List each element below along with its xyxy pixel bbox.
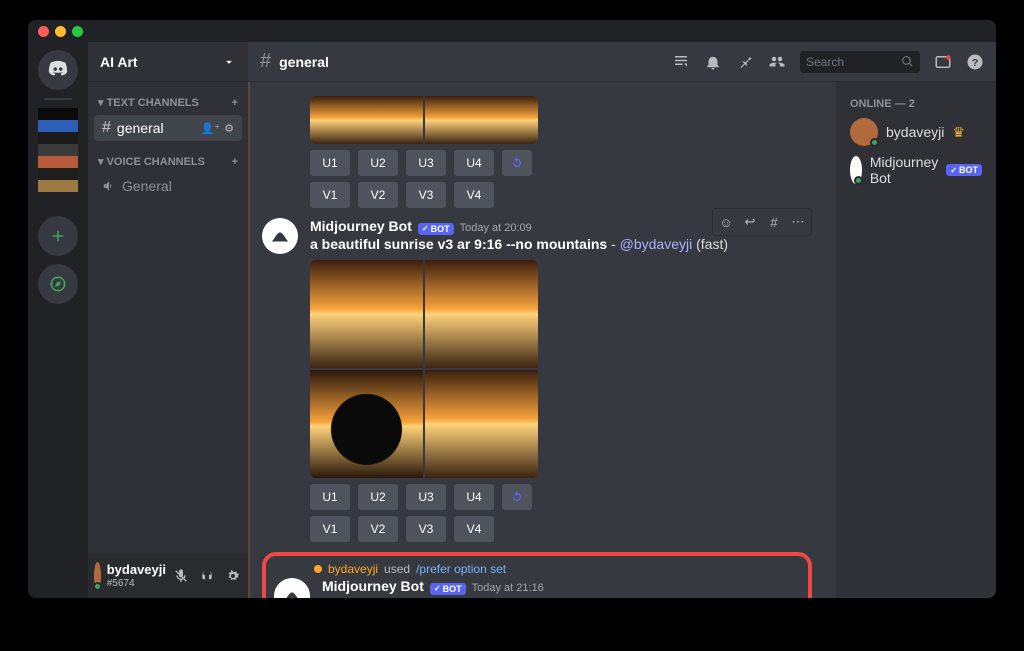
user-panel: bydaveyji #5674	[88, 554, 248, 598]
explore-servers-button[interactable]	[38, 264, 78, 304]
help-icon[interactable]: ?	[966, 53, 984, 71]
hash-icon: #	[102, 119, 111, 137]
pin-icon[interactable]	[736, 53, 754, 71]
member-item[interactable]: bydaveyji ♛	[844, 114, 988, 150]
generated-image-grid[interactable]	[310, 96, 538, 144]
variation-button[interactable]: V4	[454, 516, 494, 542]
online-heading: ONLINE — 2	[844, 94, 988, 114]
member-item[interactable]: Midjourney Bot BOT	[844, 150, 988, 190]
highlighted-ephemeral-message: bydaveyji used /prefer option set Midjou…	[262, 552, 812, 598]
voice-channel-name: General	[122, 178, 172, 194]
upscale-button[interactable]: U3	[406, 484, 446, 510]
member-avatar	[850, 156, 862, 184]
home-button[interactable]	[38, 50, 78, 90]
slash-command[interactable]: /prefer option set	[416, 562, 506, 576]
close-window-button[interactable]	[38, 26, 49, 37]
channel-sidebar: AI Art ▾ Text Channels + # general 👤⁺ ⚙	[88, 42, 248, 598]
deafen-icon[interactable]	[198, 567, 216, 585]
search-placeholder: Search	[806, 55, 844, 69]
message-timestamp: Today at 21:16	[472, 582, 544, 594]
bot-avatar[interactable]	[262, 218, 298, 254]
guild-list	[28, 42, 88, 598]
search-icon	[901, 55, 914, 68]
voice-channel-general[interactable]: General	[94, 174, 242, 198]
user-mention[interactable]: @bydaveyji	[620, 236, 693, 252]
upscale-button[interactable]: U4	[454, 484, 494, 510]
message-author[interactable]: Midjourney Bot	[310, 218, 412, 234]
bot-badge: BOT	[946, 164, 982, 176]
add-server-button[interactable]	[38, 216, 78, 256]
server-icon[interactable]	[38, 108, 78, 192]
crown-icon: ♛	[952, 124, 965, 141]
channel-name: general	[117, 120, 164, 136]
variation-button[interactable]: V3	[406, 182, 446, 208]
more-icon[interactable]: ⋯	[787, 211, 809, 233]
voice-channels-category[interactable]: ▾ Voice Channels +	[94, 149, 242, 174]
create-invite-icon[interactable]: 👤⁺	[201, 122, 221, 135]
mute-icon[interactable]	[172, 567, 190, 585]
user-avatar[interactable]	[94, 562, 101, 590]
variation-button[interactable]: V1	[310, 516, 350, 542]
create-thread-icon[interactable]: #	[763, 211, 785, 233]
generated-image-grid[interactable]	[310, 260, 538, 478]
variation-button[interactable]: V2	[358, 182, 398, 208]
bot-avatar[interactable]	[274, 578, 310, 598]
user-discriminator: #5674	[107, 578, 166, 589]
guild-separator	[44, 98, 72, 100]
speaker-icon	[102, 179, 116, 193]
add-channel-icon[interactable]: +	[232, 97, 238, 109]
member-name: bydaveyji	[886, 124, 944, 140]
upscale-button[interactable]: U3	[406, 150, 446, 176]
user-settings-icon[interactable]	[224, 567, 242, 585]
variation-button[interactable]: V4	[454, 182, 494, 208]
upscale-button[interactable]: U2	[358, 484, 398, 510]
reply-icon[interactable]: ↩	[739, 211, 761, 233]
message-content: a beautiful sunrise v3 ar 9:16 --no moun…	[310, 235, 820, 255]
upscale-button[interactable]: U4	[454, 150, 494, 176]
message-content: Custom option hqimage set to ar 16:9 v5 …	[322, 595, 800, 598]
bot-badge: BOT	[418, 223, 454, 235]
search-input[interactable]: Search	[800, 51, 920, 73]
message-list: U1 U2 U3 U4 V1 V2 V3 V4	[248, 82, 836, 598]
variation-button[interactable]: V1	[310, 182, 350, 208]
variation-button[interactable]: V2	[358, 516, 398, 542]
add-reaction-icon[interactable]: ☺	[715, 211, 737, 233]
upscale-button[interactable]: U1	[310, 150, 350, 176]
message-actions: ☺ ↩ # ⋯	[712, 208, 812, 236]
member-list: ONLINE — 2 bydaveyji ♛ Midjourney Bot BO…	[836, 82, 996, 598]
message-author[interactable]: Midjourney Bot	[322, 578, 424, 594]
channel-settings-icon[interactable]: ⚙	[224, 122, 234, 135]
command-reply-context: bydaveyji used /prefer option set	[314, 562, 800, 576]
server-name: AI Art	[100, 54, 138, 70]
threads-icon[interactable]	[672, 53, 690, 71]
reroll-button[interactable]	[502, 484, 532, 510]
username: bydaveyji	[107, 563, 166, 577]
window-titlebar	[28, 20, 996, 42]
minimize-window-button[interactable]	[55, 26, 66, 37]
channel-general[interactable]: # general 👤⁺ ⚙	[94, 115, 242, 141]
upscale-button[interactable]: U1	[310, 484, 350, 510]
server-header[interactable]: AI Art	[88, 42, 248, 82]
channel-header: # general Search	[248, 42, 996, 82]
text-channels-category[interactable]: ▾ Text Channels +	[94, 90, 242, 115]
members-icon[interactable]	[768, 53, 786, 71]
bot-badge: BOT	[430, 583, 466, 595]
message-timestamp: Today at 20:09	[460, 222, 532, 234]
svg-text:?: ?	[972, 56, 978, 68]
reply-user[interactable]: bydaveyji	[328, 562, 378, 576]
chevron-down-icon	[222, 55, 236, 69]
hash-icon: #	[260, 50, 271, 73]
upscale-button[interactable]: U2	[358, 150, 398, 176]
member-avatar	[850, 118, 878, 146]
channel-title: general	[279, 54, 329, 70]
variation-button[interactable]: V3	[406, 516, 446, 542]
member-name: Midjourney Bot	[870, 154, 938, 186]
reroll-button[interactable]	[502, 150, 532, 176]
bell-icon[interactable]	[704, 53, 722, 71]
maximize-window-button[interactable]	[72, 26, 83, 37]
add-voice-channel-icon[interactable]: +	[232, 156, 238, 168]
inbox-icon[interactable]	[934, 53, 952, 71]
message: ☺ ↩ # ⋯ Midjourney Bot BOT T	[262, 218, 820, 542]
